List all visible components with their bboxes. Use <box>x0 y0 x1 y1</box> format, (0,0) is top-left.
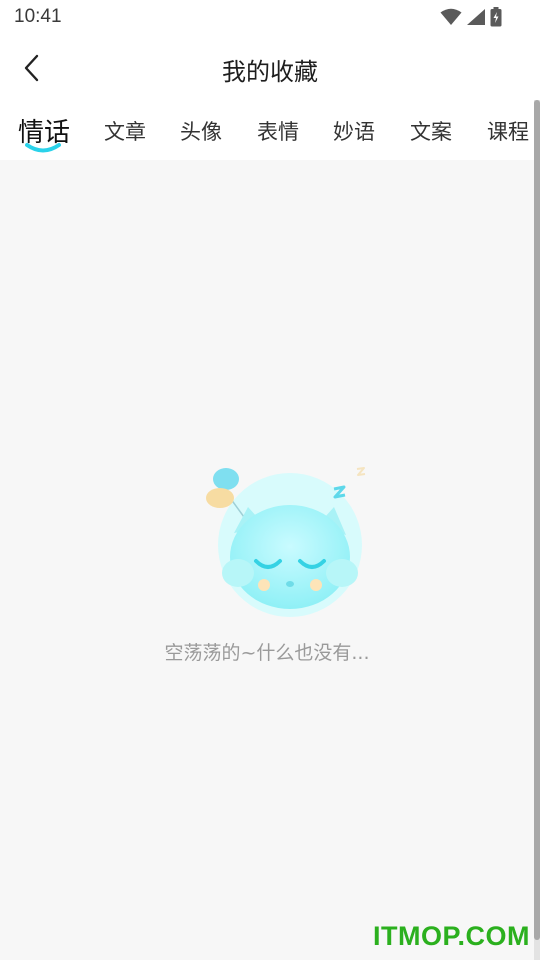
category-tabs: 情话 文章 头像 表情 妙语 文案 课程 <box>0 100 540 160</box>
tab-copywriting[interactable]: 文案 <box>410 116 452 146</box>
status-time: 10:41 <box>14 6 62 27</box>
scrollbar[interactable] <box>534 100 540 940</box>
favorites-content: 空荡荡的~什么也没有... <box>0 160 534 960</box>
empty-state-message: 空荡荡的~什么也没有... <box>164 642 370 664</box>
app-header: 我的收藏 <box>0 36 540 100</box>
tab-stickers[interactable]: 表情 <box>257 116 299 146</box>
tab-avatars[interactable]: 头像 <box>180 116 222 146</box>
tab-courses[interactable]: 课程 <box>487 116 529 146</box>
status-icons <box>440 6 502 28</box>
tab-articles[interactable]: 文章 <box>104 116 146 146</box>
active-tab-indicator <box>25 143 61 153</box>
watermark: ITMOP.COM <box>372 921 530 951</box>
tab-quotes[interactable]: 妙语 <box>333 116 375 146</box>
battery-charging-icon <box>490 7 502 27</box>
signal-icon <box>467 9 485 25</box>
status-bar: 10:41 <box>0 0 540 36</box>
wifi-icon <box>440 8 462 25</box>
page-title: 我的收藏 <box>222 58 318 86</box>
sleeping-cat-balloon-illustration <box>206 467 366 617</box>
